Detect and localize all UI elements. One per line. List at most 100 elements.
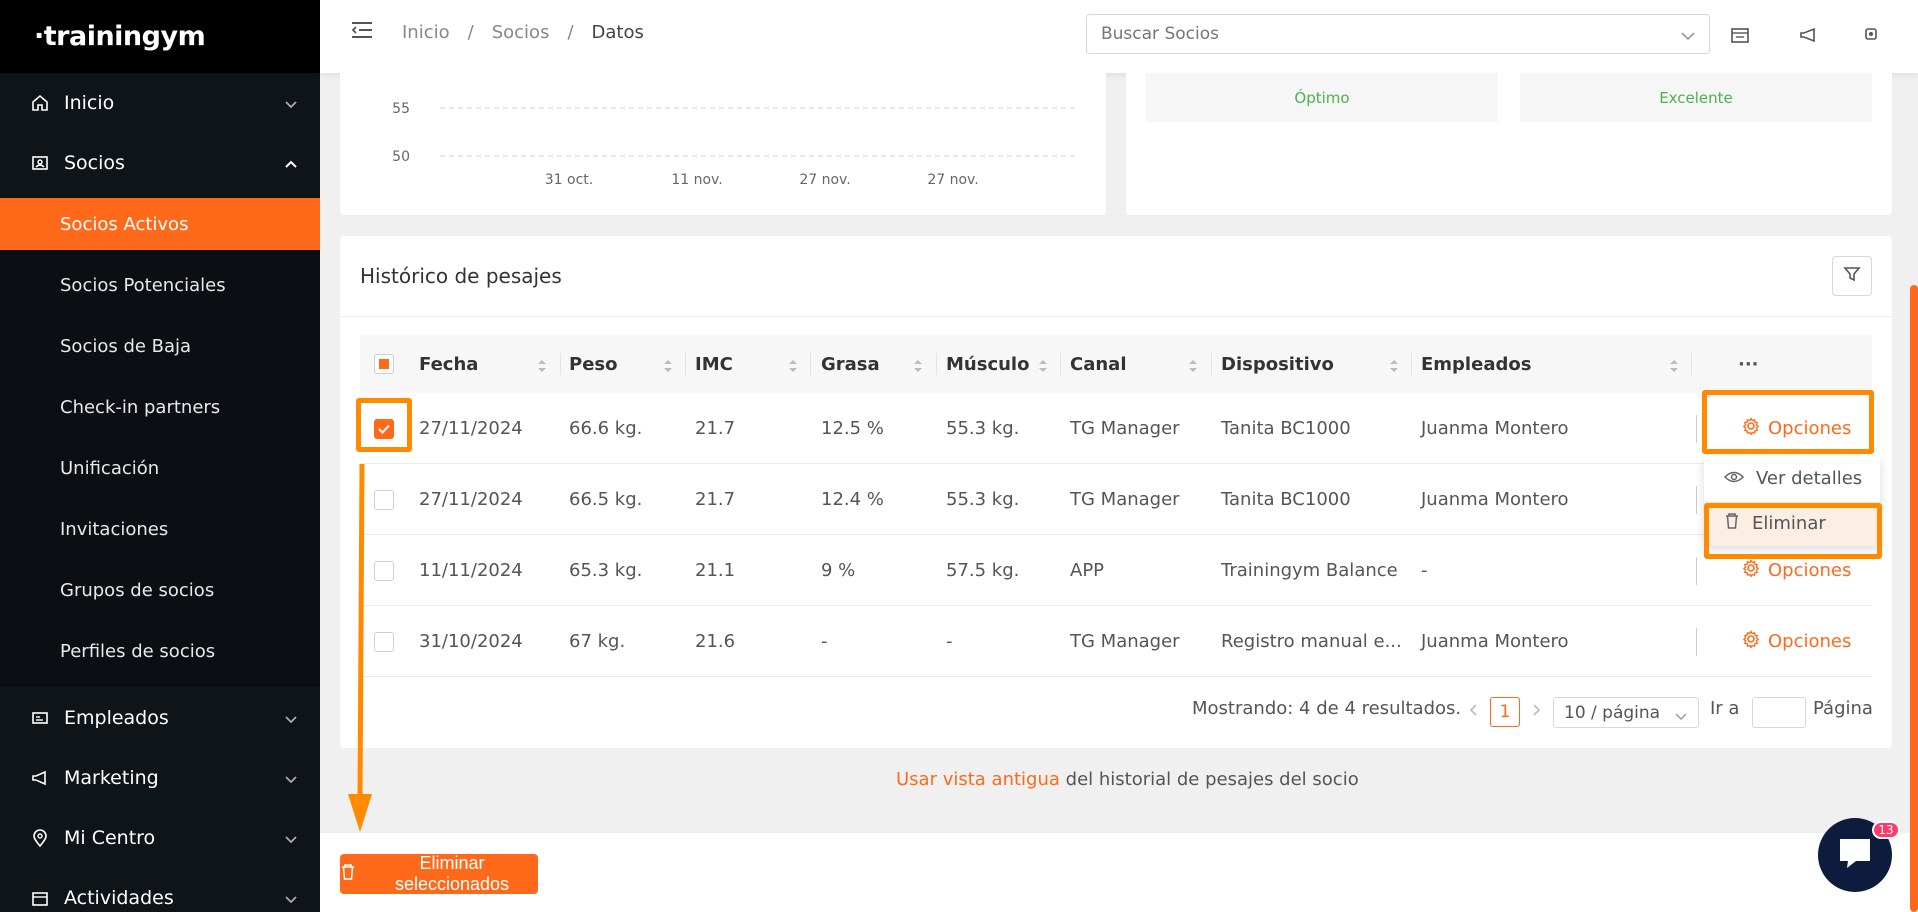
page-scrollbar[interactable] [1910,285,1918,912]
cell-empleados: Juanma Montero [1421,417,1569,439]
column-separator [685,353,686,375]
cell-canal: APP [1070,559,1105,581]
cell-imc: 21.1 [695,559,736,581]
page-label: Página [1813,698,1873,719]
cell-empleados: Juanma Montero [1421,488,1569,510]
id-card-icon [28,151,52,175]
chevron-down-icon[interactable] [1680,26,1696,45]
sidebar-item-empleados[interactable]: Empleados [0,688,320,748]
calendar-icon [28,886,52,910]
cell-peso: 65.3 kg. [569,559,643,581]
cell-imc: 21.7 [695,417,736,439]
sort-icon [1188,357,1198,378]
cell-peso: 67 kg. [569,630,626,652]
sort-icon [1669,357,1679,378]
gear-icon [1742,558,1760,582]
cell-empleados: - [1421,559,1428,581]
sidebar: ·trainingym Inicio Socios Socios Activos… [0,0,320,912]
chevron-down-icon [1674,707,1688,727]
cell-fecha: 27/11/2024 [419,417,523,439]
table-row: 31/10/2024 67 kg. 21.6 - - TG Manager Re… [360,606,1872,677]
sidebar-item-socios[interactable]: Socios [0,133,320,193]
filter-button[interactable] [1832,256,1872,296]
chart-x-tick-label: 27 nov. [799,172,850,188]
sidebar-subitem-unificacion[interactable]: Unificación [0,442,320,494]
column-canal[interactable]: Canal [1070,335,1210,393]
sidebar-subitem-invitaciones[interactable]: Invitaciones [0,503,320,555]
breadcrumb-socios[interactable]: Socios [492,22,550,43]
more-columns-icon[interactable]: ··· [1738,335,1778,393]
sidebar-subitem-socios-activos[interactable]: Socios Activos [0,198,320,250]
column-peso[interactable]: Peso [569,335,685,393]
menu-collapse-icon[interactable] [350,20,374,46]
column-imc[interactable]: IMC [695,335,810,393]
sidebar-item-mi-centro[interactable]: Mi Centro [0,808,320,868]
breadcrumb-separator: / [567,22,574,43]
old-view-link[interactable]: Usar vista antigua [896,769,1060,790]
cell-dispositivo: Registro manual e... [1221,630,1402,652]
sidebar-subitem-socios-potenciales[interactable]: Socios Potenciales [0,259,320,311]
sidebar-item-marketing[interactable]: Marketing [0,748,320,808]
row-options-button[interactable]: Opciones [1742,606,1851,676]
column-empleados[interactable]: Empleados [1421,335,1691,393]
column-dispositivo[interactable]: Dispositivo [1221,335,1411,393]
select-all-checkbox[interactable] [374,354,394,374]
weight-chart-card: 55 50 31 oct. 11 nov. 27 nov. 27 nov. [340,73,1106,215]
column-separator [1060,353,1061,375]
sidebar-item-actividades[interactable]: Actividades [0,868,320,912]
calendar-check-icon[interactable] [1730,25,1750,49]
goto-page-input[interactable] [1752,697,1806,728]
sidebar-item-label: Inicio [64,92,115,114]
sidebar-subitem-check-in-partners[interactable]: Check-in partners [0,381,320,433]
chart-x-tick-label: 31 oct. [545,172,593,188]
column-separator [1691,353,1692,375]
chart-x-tick-label: 11 nov. [671,172,722,188]
divider [340,316,1892,317]
cell-canal: TG Manager [1070,488,1180,510]
employee-card-icon [28,706,52,730]
sidebar-item-label: Actividades [64,887,174,909]
home-icon [28,91,52,115]
table-header: Fecha Peso IMC Grasa Músculo Canal Dispo… [360,335,1872,393]
chevron-right-icon[interactable] [1530,702,1542,722]
column-separator [1696,415,1697,443]
sidebar-subitem-socios-de-baja[interactable]: Socios de Baja [0,320,320,372]
column-separator [936,353,937,375]
trash-icon [340,863,356,886]
column-grasa[interactable]: Grasa [821,335,935,393]
search-socios-input[interactable] [1086,14,1710,54]
sidebar-subitem-grupos-de-socios[interactable]: Grupos de socios [0,564,320,616]
column-musculo[interactable]: Músculo [946,335,1060,393]
cell-fecha: 31/10/2024 [419,630,523,652]
annotation-highlight-options [1702,390,1874,454]
location-pin-icon [28,826,52,850]
chevron-up-icon [284,152,298,174]
page-number-current[interactable]: 1 [1490,697,1520,727]
chart-y-tick-label: 50 [392,149,410,165]
breadcrumb-datos: Datos [591,22,644,43]
sort-icon [788,357,798,378]
page-size-select[interactable]: 10 / página [1553,697,1699,728]
cell-grasa: 9 % [821,559,856,581]
delete-selected-button[interactable]: Eliminar seleccionados [340,853,538,894]
chevron-left-icon[interactable] [1468,702,1480,722]
sidebar-item-label: Empleados [64,707,169,729]
logo[interactable]: ·trainingym [0,0,320,73]
announcement-icon[interactable] [1798,25,1818,49]
column-fecha[interactable]: Fecha [419,335,559,393]
sidebar-item-inicio[interactable]: Inicio [0,73,320,133]
annotation-arrow [348,463,372,832]
settings-small-icon[interactable] [1862,25,1880,47]
sidebar-item-label: Mi Centro [64,827,156,849]
chart-y-tick-label: 55 [392,101,410,117]
column-separator [1696,557,1697,585]
sidebar-subitem-perfiles-de-socios[interactable]: Perfiles de socios [0,625,320,677]
column-separator [1696,486,1697,514]
breadcrumb-inicio[interactable]: Inicio [402,22,450,43]
column-separator [810,353,811,375]
chevron-down-icon [284,92,298,114]
cell-imc: 21.7 [695,488,736,510]
sidebar-item-label: Marketing [64,767,159,789]
chart-x-tick-label: 27 nov. [927,172,978,188]
view-details-menu-item[interactable]: Ver detalles [1704,456,1880,501]
